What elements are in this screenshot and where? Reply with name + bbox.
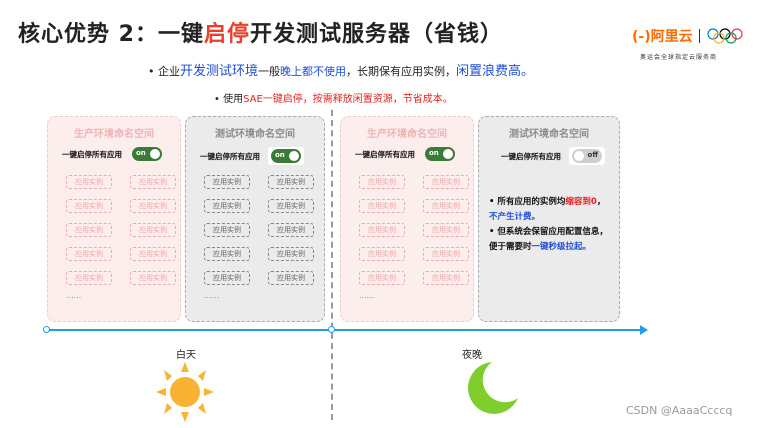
- app-instance: 应用实例: [204, 271, 250, 285]
- shutdown-note: • 所有应用的实例均缩容到0， 不产生计费。 • 但系统会保留应用配置信息， 便…: [489, 197, 608, 252]
- bullet-one: • 企业开发测试环境一般晚上都不使用，长期保有应用实例，闲置浪费高。: [148, 64, 535, 79]
- moon-icon: [468, 362, 518, 414]
- panel-title: 测试环境命名空间: [509, 129, 589, 140]
- app-instance: 应用实例: [66, 199, 112, 213]
- app-instance: 应用实例: [66, 223, 112, 237]
- more-dots: ......: [359, 291, 375, 300]
- sun-icon: [156, 362, 214, 422]
- toggle-row: 一键启停所有应用 on: [62, 147, 162, 161]
- app-instance: 应用实例: [268, 175, 314, 189]
- app-instance: 应用实例: [359, 199, 405, 213]
- app-instance: 应用实例: [204, 199, 250, 213]
- day-night-divider: [331, 110, 333, 420]
- timeline-mid-dot: [328, 326, 335, 333]
- night-test-namespace-panel: 测试环境命名空间 一键启停所有应用 off • 所有应用的实例均缩容到0， 不产…: [478, 116, 620, 322]
- instance-grid: 应用实例 应用实例 应用实例 应用实例 应用实例 应用实例 应用实例 应用实例 应用实例…: [204, 175, 314, 300]
- start-stop-toggle[interactable]: on: [425, 147, 455, 161]
- panel-title: 生产环境命名空间: [367, 129, 447, 140]
- app-instance: 应用实例: [423, 175, 469, 189]
- app-instance: 应用实例: [268, 199, 314, 213]
- day-test-namespace-panel: 测试环境命名空间 一键启停所有应用 on 应用实例 应用实例 应用实例 应用实例 应…: [185, 116, 325, 322]
- start-stop-toggle[interactable]: on: [271, 149, 301, 163]
- app-instance: 应用实例: [204, 223, 250, 237]
- app-instance: 应用实例: [130, 175, 176, 189]
- logo-subtitle: 奥运会全球指定云服务商: [640, 54, 718, 61]
- app-instance: 应用实例: [204, 247, 250, 261]
- timeline-axis: [46, 329, 646, 331]
- watermark: CSDN @AaaaCcccq: [626, 404, 733, 417]
- app-instance: 应用实例: [130, 223, 176, 237]
- aliyun-logo: (-)阿里云: [632, 26, 750, 46]
- toggle-label: 一键启停所有应用: [62, 149, 122, 159]
- more-dots: ......: [204, 291, 220, 300]
- day-label: 白天: [176, 350, 196, 361]
- app-instance: 应用实例: [423, 271, 469, 285]
- night-prod-namespace-panel: 生产环境命名空间 一键启停所有应用 on 应用实例 应用实例 应用实例 应用实例 应…: [340, 116, 474, 322]
- start-stop-toggle[interactable]: off: [572, 149, 602, 163]
- instance-grid: 应用实例 应用实例 应用实例 应用实例 应用实例 应用实例 应用实例 应用实例 应用实例…: [359, 175, 469, 300]
- brand-name: (-)阿里云: [632, 29, 693, 45]
- app-instance: 应用实例: [359, 271, 405, 285]
- toggle-label: 一键启停所有应用: [355, 149, 415, 159]
- toggle-row: 一键启停所有应用 on: [200, 147, 304, 165]
- page-title: 核心优势 2：一键启停开发测试服务器（省钱）: [18, 22, 503, 47]
- more-dots: ......: [66, 291, 82, 300]
- app-instance: 应用实例: [423, 199, 469, 213]
- toggle-row: 一键启停所有应用 off: [501, 147, 605, 165]
- app-instance: 应用实例: [359, 223, 405, 237]
- start-stop-toggle[interactable]: on: [132, 147, 162, 161]
- toggle-row: 一键启停所有应用 on: [355, 147, 455, 161]
- instance-grid: 应用实例 应用实例 应用实例 应用实例 应用实例 应用实例 应用实例 应用实例 应用实例…: [66, 175, 176, 300]
- bullet-two: • 使用SAE一键启停，按需释放闲置资源，节省成本。: [214, 94, 453, 105]
- app-instance: 应用实例: [359, 175, 405, 189]
- app-instance: 应用实例: [66, 175, 112, 189]
- app-instance: 应用实例: [66, 247, 112, 261]
- olympic-rings-icon: [707, 28, 743, 44]
- app-instance: 应用实例: [268, 223, 314, 237]
- app-instance: 应用实例: [423, 247, 469, 261]
- day-prod-namespace-panel: 生产环境命名空间 一键启停所有应用 on 应用实例 应用实例 应用实例 应用实例 应…: [47, 116, 181, 322]
- app-instance: 应用实例: [204, 175, 250, 189]
- app-instance: 应用实例: [130, 247, 176, 261]
- app-instance: 应用实例: [359, 247, 405, 261]
- timeline-arrow-icon: [640, 325, 648, 335]
- timeline-start-dot: [43, 326, 50, 333]
- app-instance: 应用实例: [268, 247, 314, 261]
- app-instance: 应用实例: [130, 271, 176, 285]
- app-instance: 应用实例: [268, 271, 314, 285]
- app-instance: 应用实例: [66, 271, 112, 285]
- toggle-label: 一键启停所有应用: [200, 151, 260, 161]
- app-instance: 应用实例: [423, 223, 469, 237]
- app-instance: 应用实例: [130, 199, 176, 213]
- panel-title: 生产环境命名空间: [74, 129, 154, 140]
- panel-title: 测试环境命名空间: [215, 129, 295, 140]
- toggle-label: 一键启停所有应用: [501, 151, 561, 161]
